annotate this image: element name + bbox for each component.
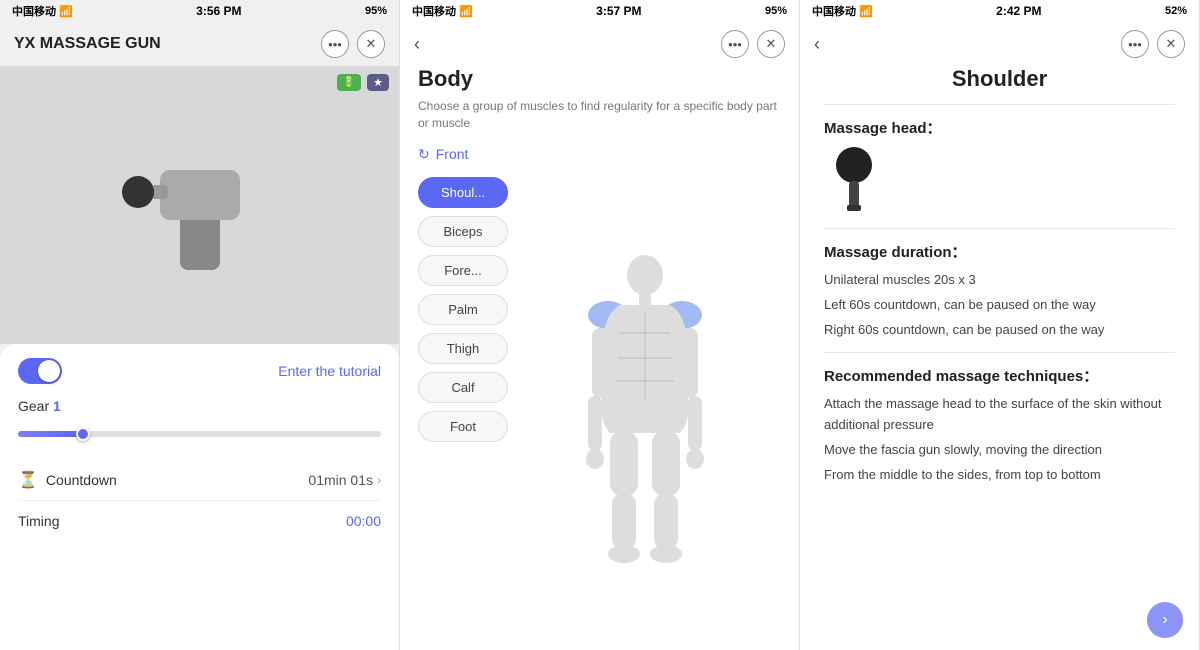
gear-row: Gear 1 bbox=[18, 398, 381, 416]
device-status-icons: 🔋 ★ bbox=[337, 74, 389, 91]
header-actions: ••• ✕ bbox=[321, 30, 385, 58]
back-button-3[interactable]: ‹ bbox=[814, 34, 820, 55]
body-diagram bbox=[508, 177, 781, 650]
massage-head-label: Massage head： bbox=[824, 117, 1175, 138]
panel-body: 中国移动 📶 3:57 PM 95% ‹ ••• ✕ Body Choose a… bbox=[400, 0, 800, 650]
body-title: Body bbox=[418, 66, 781, 92]
tutorial-link[interactable]: Enter the tutorial bbox=[278, 363, 381, 379]
countdown-value: 01min 01s bbox=[308, 472, 373, 488]
front-toggle[interactable]: ↻ Front bbox=[418, 146, 781, 163]
time-3: 2:42 PM bbox=[996, 4, 1041, 18]
front-label: Front bbox=[436, 146, 469, 162]
gear-label: Gear bbox=[18, 398, 53, 414]
device-image-svg bbox=[120, 125, 280, 285]
gear-slider[interactable] bbox=[18, 424, 381, 444]
bluetooth-badge: ★ bbox=[367, 74, 389, 91]
close-button[interactable]: ✕ bbox=[357, 30, 385, 58]
rotate-icon: ↻ bbox=[418, 146, 430, 163]
massage-head-image bbox=[824, 146, 884, 216]
timing-value: 00:00 bbox=[346, 513, 381, 529]
time-1: 3:56 PM bbox=[196, 4, 241, 18]
device-title: YX MASSAGE GUN bbox=[14, 35, 161, 53]
battery-1: 95% bbox=[365, 5, 387, 17]
status-bar-1: 中国移动 📶 3:56 PM 95% bbox=[0, 0, 399, 22]
duration-label: Massage duration： bbox=[824, 241, 1175, 262]
body-subtitle: Choose a group of muscles to find regula… bbox=[418, 98, 781, 132]
carrier-3: 中国移动 📶 bbox=[812, 3, 873, 19]
muscle-biceps[interactable]: Biceps bbox=[418, 216, 508, 247]
status-bar-3: 中国移动 📶 2:42 PM 52% bbox=[800, 0, 1199, 22]
carrier-2: 中国移动 📶 bbox=[412, 3, 473, 19]
duration-line-2: Left 60s countdown, can be paused on the… bbox=[824, 295, 1175, 316]
divider-3 bbox=[824, 352, 1175, 353]
gear-value: 1 bbox=[53, 398, 61, 414]
slider-track bbox=[18, 431, 381, 437]
time-2: 3:57 PM bbox=[596, 4, 641, 18]
battery-badge: 🔋 bbox=[337, 74, 361, 91]
timing-row: Timing 00:00 bbox=[18, 501, 381, 541]
countdown-row[interactable]: ⏳ Countdown 01min 01s › bbox=[18, 460, 381, 501]
more-button-3[interactable]: ••• bbox=[1121, 30, 1149, 58]
slider-thumb bbox=[76, 427, 90, 441]
device-image-area: 🔋 ★ bbox=[0, 66, 399, 344]
chevron-icon: › bbox=[377, 473, 381, 487]
muscle-forearm[interactable]: Fore... bbox=[418, 255, 508, 286]
close-button-3[interactable]: ✕ bbox=[1157, 30, 1185, 58]
panel-shoulder: 中国移动 📶 2:42 PM 52% ‹ ••• ✕ Shoulder Mass… bbox=[800, 0, 1200, 650]
muscle-palm[interactable]: Palm bbox=[418, 294, 508, 325]
carrier-1: 中国移动 📶 bbox=[12, 3, 73, 19]
technique-2: Move the fascia gun slowly, moving the d… bbox=[824, 440, 1175, 461]
toggle-row: Enter the tutorial bbox=[18, 358, 381, 384]
body-area: Shoul... Biceps Fore... Palm Thigh Calf … bbox=[418, 177, 781, 650]
massage-head-svg bbox=[827, 147, 882, 215]
back-button-2[interactable]: ‹ bbox=[414, 34, 420, 55]
panel-massage-gun: 中国移动 📶 3:56 PM 95% YX MASSAGE GUN ••• ✕ … bbox=[0, 0, 400, 650]
countdown-icon: ⏳ bbox=[18, 470, 38, 490]
muscle-shoulder[interactable]: Shoul... bbox=[418, 177, 508, 208]
muscle-list: Shoul... Biceps Fore... Palm Thigh Calf … bbox=[418, 177, 508, 650]
more-button[interactable]: ••• bbox=[321, 30, 349, 58]
battery-2: 95% bbox=[765, 5, 787, 17]
more-button-2[interactable]: ••• bbox=[721, 30, 749, 58]
divider-1 bbox=[824, 104, 1175, 105]
next-arrow-button[interactable]: › bbox=[1147, 602, 1183, 638]
body-diagram-svg bbox=[580, 253, 710, 573]
techniques-label: Recommended massage techniques： bbox=[824, 365, 1175, 386]
shoulder-title: Shoulder bbox=[824, 66, 1175, 92]
panel3-content: Shoulder Massage head： Massage duration：… bbox=[800, 66, 1199, 650]
controls-panel: Enter the tutorial Gear 1 ⏳ Countdown 01… bbox=[0, 344, 399, 650]
muscle-thigh[interactable]: Thigh bbox=[418, 333, 508, 364]
divider-2 bbox=[824, 228, 1175, 229]
timing-label: Timing bbox=[18, 513, 60, 529]
countdown-label: Countdown bbox=[46, 472, 117, 488]
power-toggle[interactable] bbox=[18, 358, 62, 384]
slider-fill bbox=[18, 431, 83, 437]
technique-1: Attach the massage head to the surface o… bbox=[824, 394, 1175, 436]
technique-3: From the middle to the sides, from top t… bbox=[824, 465, 1175, 486]
battery-3: 52% bbox=[1165, 5, 1187, 17]
panel2-topbar: ‹ ••• ✕ bbox=[400, 22, 799, 66]
panel3-topbar: ‹ ••• ✕ bbox=[800, 22, 1199, 66]
panel1-header: YX MASSAGE GUN ••• ✕ bbox=[0, 22, 399, 66]
muscle-foot[interactable]: Foot bbox=[418, 411, 508, 442]
muscle-calf[interactable]: Calf bbox=[418, 372, 508, 403]
duration-line-3: Right 60s countdown, can be paused on th… bbox=[824, 320, 1175, 341]
close-button-2[interactable]: ✕ bbox=[757, 30, 785, 58]
panel2-content: Body Choose a group of muscles to find r… bbox=[400, 66, 799, 650]
status-bar-2: 中国移动 📶 3:57 PM 95% bbox=[400, 0, 799, 22]
duration-line-1: Unilateral muscles 20s x 3 bbox=[824, 270, 1175, 291]
